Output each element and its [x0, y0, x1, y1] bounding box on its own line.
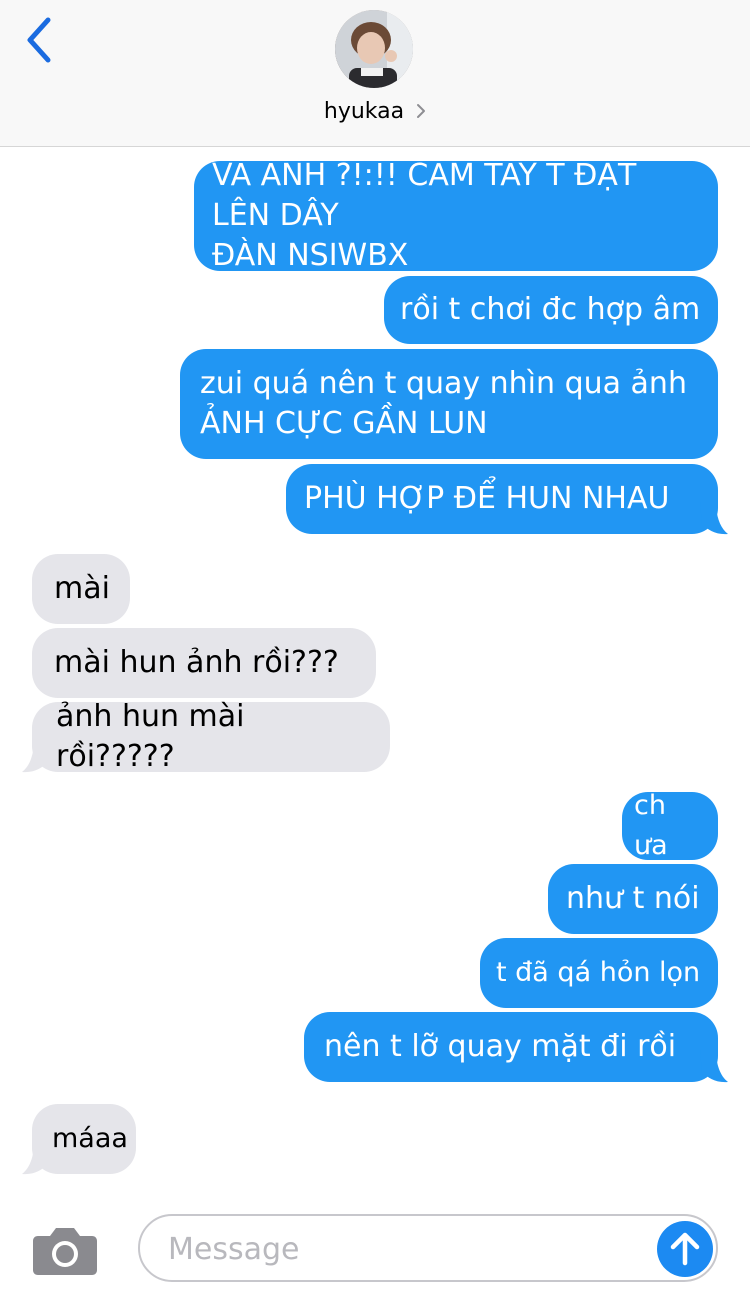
message-text: ch ưa — [634, 790, 668, 861]
back-button[interactable] — [18, 14, 62, 66]
bubble-tail — [22, 1142, 50, 1175]
message-text: t đã qá hỏn lọn — [496, 957, 701, 988]
message-text: như t nói — [566, 881, 700, 916]
message-text: mài hun ảnh rồi??? — [54, 645, 339, 680]
bubble-tail — [700, 1050, 728, 1083]
message-text: VÀ ẢNH ?!:!! CẦM TAY T ĐẶT LÊN DÂY ĐÀN N… — [212, 158, 637, 273]
message-bubble-outgoing[interactable]: nên t lỡ quay mặt đi rồi — [304, 1012, 718, 1082]
contact-name-button[interactable]: hyukaa — [300, 94, 450, 128]
message-text: ảnh hun mài rồi????? — [56, 699, 245, 774]
chevron-left-icon — [27, 17, 51, 63]
message-bubble-outgoing[interactable]: ch ưa — [622, 790, 718, 861]
camera-button[interactable] — [32, 1224, 98, 1276]
avatar-photo — [335, 10, 413, 88]
camera-icon — [33, 1228, 97, 1275]
conversation-header: hyukaa — [0, 0, 750, 147]
message-bubble-incoming[interactable]: ảnh hun mài rồi????? — [32, 699, 390, 774]
message-input-container[interactable] — [138, 1214, 718, 1282]
message-bubble-outgoing[interactable]: rồi t chơi đc hợp âm — [384, 276, 718, 344]
bubble-tail — [700, 502, 728, 535]
arrow-up-icon — [670, 1232, 700, 1266]
send-button[interactable] — [657, 1221, 713, 1277]
message-text: nên t lỡ quay mặt đi rồi — [324, 1029, 677, 1064]
message-text: zui quá nên t quay nhìn qua ảnh ẢNH CỰC … — [200, 366, 687, 441]
message-bubble-incoming[interactable]: mài hun ảnh rồi??? — [32, 628, 376, 698]
message-bubble-outgoing[interactable]: zui quá nên t quay nhìn qua ảnh ẢNH CỰC … — [180, 349, 718, 459]
bubble-tail — [22, 740, 50, 773]
message-text: rồi t chơi đc hợp âm — [400, 292, 701, 327]
message-text: mài — [54, 571, 110, 606]
message-composer — [0, 1190, 750, 1294]
contact-avatar[interactable] — [335, 10, 413, 88]
message-text: máaa — [52, 1123, 128, 1154]
message-input[interactable] — [166, 1226, 640, 1272]
message-bubble-outgoing[interactable]: VÀ ẢNH ?!:!! CẦM TAY T ĐẶT LÊN DÂY ĐÀN N… — [194, 158, 718, 273]
contact-name: hyukaa — [323, 98, 405, 124]
message-bubble-outgoing[interactable]: t đã qá hỏn lọn — [480, 938, 718, 1008]
message-list[interactable]: VÀ ẢNH ?!:!! CẦM TAY T ĐẶT LÊN DÂY ĐÀN N… — [0, 146, 750, 1186]
message-bubble-incoming[interactable]: mài — [32, 554, 130, 624]
message-bubble-outgoing[interactable]: như t nói — [548, 864, 718, 934]
message-text: PHÙ HỢP ĐỂ HUN NHAU — [304, 481, 670, 516]
chevron-right-icon — [417, 104, 426, 118]
message-bubble-outgoing[interactable]: PHÙ HỢP ĐỂ HUN NHAU — [286, 464, 718, 534]
